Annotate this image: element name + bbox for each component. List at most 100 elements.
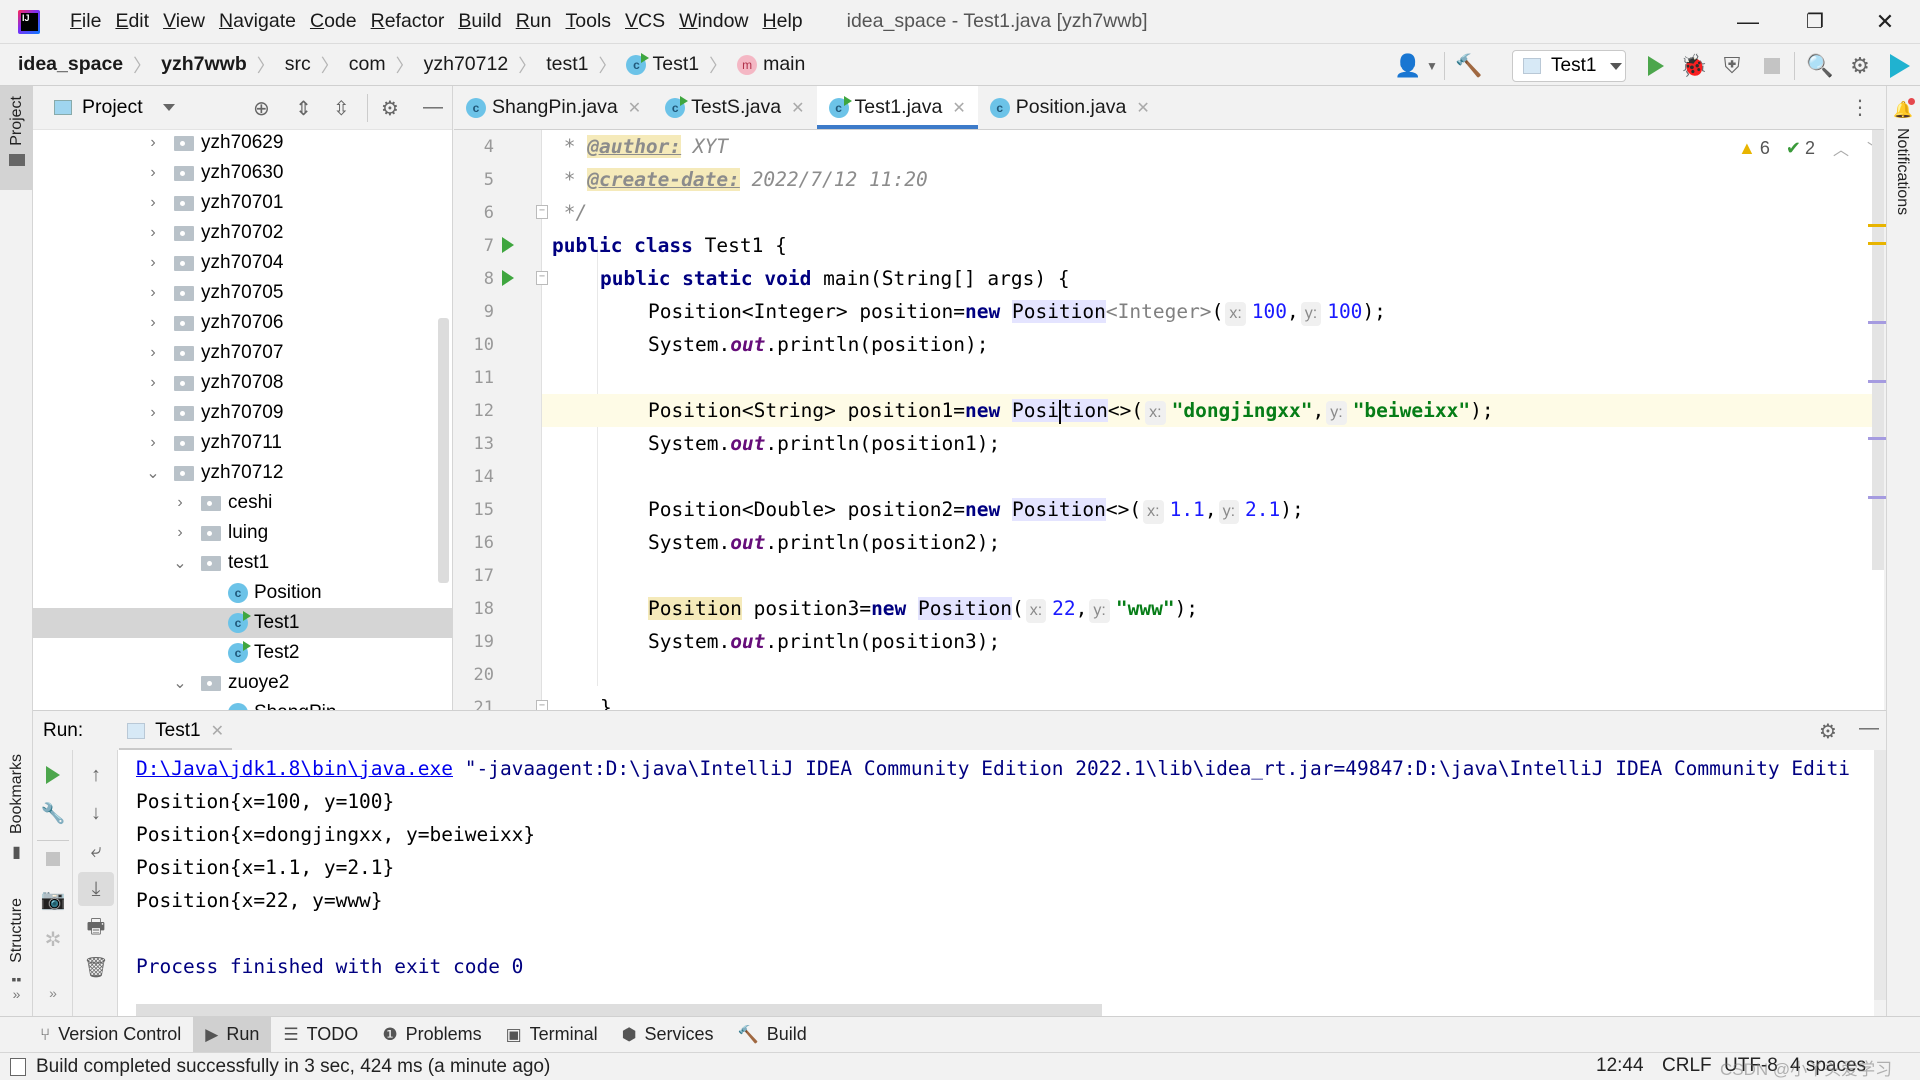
breadcrumb-module[interactable]: yzh7wwb (161, 53, 247, 76)
console-vertical-scrollbar[interactable] (1874, 750, 1886, 1000)
intellij-logo-icon[interactable] (18, 9, 40, 34)
breadcrumb-src[interactable]: src (285, 53, 311, 76)
breadcrumb-method[interactable]: m main (737, 53, 805, 76)
chevron-down-icon[interactable] (162, 104, 175, 111)
menu-code[interactable]: Code (310, 10, 357, 33)
chevron-right-icon[interactable]: › (146, 434, 160, 452)
settings-icon[interactable]: ⚙ (1819, 719, 1837, 744)
toolwindow-run[interactable]: ▶ Run (193, 1016, 272, 1053)
tree-item-luing[interactable]: › luing (33, 518, 453, 548)
settings-button[interactable]: ⚙ (1846, 52, 1874, 80)
gutter-line[interactable]: 10 (454, 328, 542, 361)
gutter-line[interactable]: 20 (454, 658, 542, 691)
tree-item-yzh70707[interactable]: › yzh70707 (33, 338, 453, 368)
minimize-button[interactable]: — (1718, 0, 1778, 43)
hide-panel-icon[interactable]: — (423, 96, 443, 119)
settings-icon[interactable]: ⚙ (381, 96, 399, 121)
hide-panel-icon[interactable]: — (1859, 717, 1879, 740)
project-view-select[interactable]: Project (82, 96, 143, 119)
toggle-tool-windows-icon[interactable] (10, 1057, 26, 1076)
menu-run[interactable]: Run (516, 10, 552, 33)
usage-marker[interactable] (1868, 496, 1886, 499)
tree-item-yzh70701[interactable]: › yzh70701 (33, 188, 453, 218)
dump-threads-button[interactable]: 📷 (35, 882, 71, 916)
code-with-me-button[interactable] (1886, 52, 1914, 80)
project-tool-tab[interactable]: Project (0, 86, 33, 190)
tree-item-yzh70709[interactable]: › yzh70709 (33, 398, 453, 428)
gutter-line[interactable]: 9 (454, 295, 542, 328)
usage-marker[interactable] (1868, 437, 1886, 440)
menu-help[interactable]: Help (763, 10, 803, 33)
chevron-right-icon[interactable]: › (173, 524, 187, 542)
tab-test1-java[interactable]: c Test1.java ✕ (816, 86, 978, 129)
gutter-run-icon[interactable] (502, 237, 514, 253)
tree-item-zuoye2[interactable]: ⌄ zuoye2 (33, 668, 453, 698)
tree-item-yzh70629[interactable]: › yzh70629 (33, 128, 453, 158)
console-output[interactable]: D:\Java\jdk1.8\bin\java.exe "-javaagent:… (118, 750, 1874, 1016)
clear-all-button[interactable]: 🗑 (78, 950, 114, 984)
more-tools-icon[interactable]: » (0, 986, 33, 1006)
gutter-line[interactable]: 19 (454, 625, 542, 658)
gutter-line[interactable]: 13 (454, 427, 542, 460)
gutter-line[interactable]: 12 (454, 394, 542, 427)
tree-item-yzh70630[interactable]: › yzh70630 (33, 158, 453, 188)
usage-marker[interactable] (1868, 380, 1886, 383)
menu-view[interactable]: View (163, 10, 205, 33)
console-horizontal-scrollbar[interactable] (136, 1004, 1102, 1016)
search-everywhere-button[interactable]: 🔍 (1806, 52, 1834, 80)
stop-button[interactable] (1758, 52, 1786, 80)
gutter-line[interactable]: 14 (454, 460, 542, 493)
chevron-right-icon[interactable]: › (146, 164, 160, 182)
menu-build[interactable]: Build (458, 10, 501, 33)
collapse-all-icon[interactable]: ⇳ (333, 96, 350, 121)
close-tab-icon[interactable]: ✕ (211, 721, 224, 741)
expand-all-icon[interactable]: ⇕ (295, 96, 312, 121)
toolwindow-todo[interactable]: ☰ TODO (271, 1017, 370, 1053)
menu-navigate[interactable]: Navigate (219, 10, 296, 33)
tree-item-yzh70712[interactable]: ⌄ yzh70712 (33, 458, 453, 488)
tree-item-position[interactable]: c Position (33, 578, 453, 608)
debug-button[interactable]: 🐞 (1680, 52, 1708, 80)
gutter-line[interactable]: 17 (454, 559, 542, 592)
chevron-right-icon[interactable]: › (146, 194, 160, 212)
run-configuration-select[interactable]: Test1 (1512, 50, 1626, 82)
chevron-right-icon[interactable]: › (173, 494, 187, 512)
close-tab-icon[interactable]: ✕ (791, 98, 804, 118)
chevron-down-icon[interactable]: ▼ (1418, 52, 1446, 80)
notifications-tab[interactable]: Notifications (1893, 128, 1911, 215)
close-tab-icon[interactable]: ✕ (952, 98, 965, 118)
toolwindow-problems[interactable]: ❶ Problems (370, 1017, 493, 1053)
java-exe-link[interactable]: D:\Java\jdk1.8\bin\java.exe (136, 757, 453, 780)
tree-item-yzh70711[interactable]: › yzh70711 (33, 428, 453, 458)
chevron-down-icon[interactable]: ⌄ (173, 673, 187, 693)
inspection-widget[interactable]: ▲6 ✔2 ︿ ﹀ (1738, 136, 1883, 160)
status-message[interactable]: Build completed successfully in 3 sec, 4… (36, 1056, 550, 1078)
gutter-line[interactable]: 5 (454, 163, 542, 196)
gutter-line[interactable]: 16 (454, 526, 542, 559)
scroll-to-end-button[interactable]: ⤓ (78, 872, 114, 906)
gutter-line[interactable]: 4 (454, 130, 542, 163)
run-tab-test1[interactable]: Test1 ✕ (119, 711, 232, 751)
tree-item-yzh70705[interactable]: › yzh70705 (33, 278, 453, 308)
more-actions-icon[interactable]: » (35, 976, 71, 1010)
tree-item-yzh70704[interactable]: › yzh70704 (33, 248, 453, 278)
toolwindow-terminal[interactable]: ▣ Terminal (494, 1017, 610, 1053)
menu-vcs[interactable]: VCS (625, 10, 665, 33)
menu-file[interactable]: File (70, 10, 101, 33)
coverage-button[interactable]: ⛨ (1718, 52, 1746, 80)
usage-marker[interactable] (1868, 321, 1886, 324)
breadcrumb-project[interactable]: idea_space (18, 53, 123, 76)
edit-config-button[interactable]: 🔧 (35, 796, 71, 830)
tree-item-ceshi[interactable]: › ceshi (33, 488, 453, 518)
rerun-button[interactable] (35, 758, 71, 792)
print-button[interactable]: 🖶 (78, 912, 114, 946)
code-editor[interactable]: 4 5 6− 7 8− 9 10 11 12 13 14 15 16 17 18 19 20 21− * @aut… (454, 130, 1884, 710)
project-scrollbar[interactable] (438, 318, 449, 583)
bookmarks-tool-tab[interactable]: Bookmarks ▮ (0, 754, 33, 874)
gutter-run-icon[interactable] (502, 270, 514, 286)
chevron-right-icon[interactable]: › (146, 344, 160, 362)
locate-file-icon[interactable]: ⊕ (253, 96, 270, 121)
chevron-right-icon[interactable]: › (146, 254, 160, 272)
chevron-right-icon[interactable]: › (146, 374, 160, 392)
tree-item-test1[interactable]: c Test1 (33, 608, 453, 638)
